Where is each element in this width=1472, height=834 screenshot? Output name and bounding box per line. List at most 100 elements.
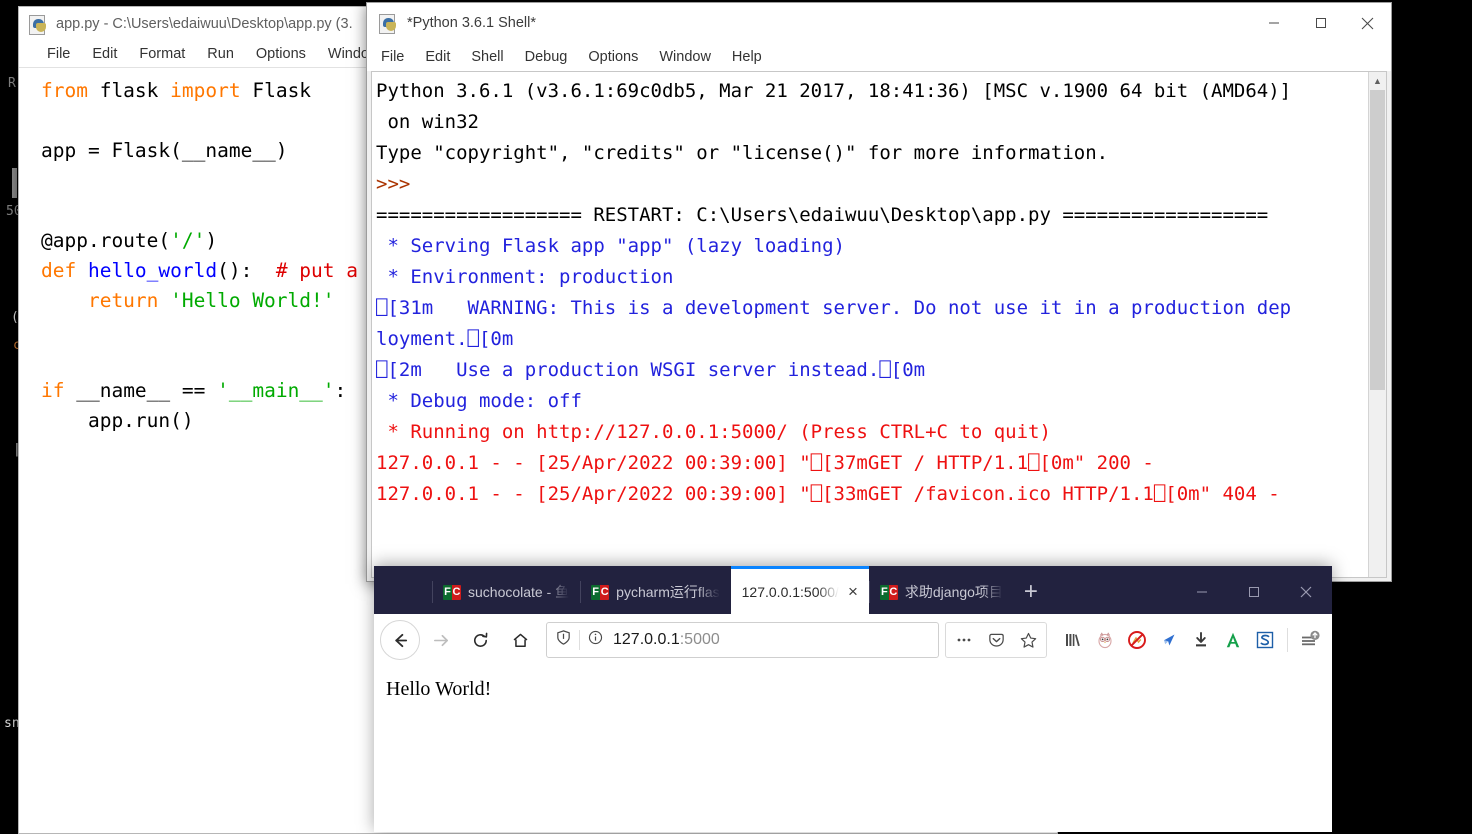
tab-separator <box>432 581 433 603</box>
browser-tab-active[interactable]: 127.0.0.1:5000/ × <box>730 566 869 614</box>
close-button[interactable] <box>1280 570 1332 614</box>
address-actions-group[interactable] <box>945 622 1047 658</box>
editor-menu-file[interactable]: File <box>47 46 70 62</box>
shell-token: 127.0.0.1 - - [25/Apr/2022 00:39:00] "⎕[… <box>376 452 1154 474</box>
url-host: 127.0.0.1 <box>613 631 680 648</box>
info-icon[interactable] <box>587 629 604 651</box>
tabstrip-left-gap <box>374 570 432 614</box>
green-a-extension-icon[interactable] <box>1217 624 1249 656</box>
fc-icon: FC <box>879 584 898 600</box>
shell-menu-help[interactable]: Help <box>732 49 762 65</box>
tab-label: 127.0.0.1:5000/ <box>741 583 839 600</box>
shell-output-line: * Debug mode: off <box>376 386 1369 417</box>
code-token: ) <box>205 229 218 252</box>
maximize-button[interactable] <box>1297 3 1344 43</box>
tab-label: suchocolate - 鱼 <box>468 584 570 600</box>
shell-output-line: >>> <box>376 169 1369 200</box>
back-arrow-icon[interactable] <box>380 620 420 660</box>
shell-title: *Python 3.6.1 Shell* <box>407 15 536 31</box>
browser-window-controls[interactable] <box>1176 570 1332 614</box>
url-display[interactable]: 127.0.0.1:5000 <box>613 631 720 649</box>
shell-scrollbar[interactable]: ▲ <box>1368 72 1386 577</box>
shell-titlebar[interactable]: *Python 3.6.1 Shell* <box>367 3 1391 43</box>
adblock-icon[interactable] <box>1121 624 1153 656</box>
code-token: hello_world <box>87 259 218 282</box>
shell-output-line: Type "copyright", "credits" or "license(… <box>376 138 1369 169</box>
fc-icon: FC <box>443 584 461 600</box>
scroll-up-arrow-icon[interactable]: ▲ <box>1369 72 1386 89</box>
editor-menu-run[interactable]: Run <box>207 46 234 62</box>
shell-output-line: * Serving Flask app "app" (lazy loading) <box>376 231 1369 262</box>
maximize-button[interactable] <box>1228 570 1280 614</box>
download-icon[interactable] <box>1185 624 1217 656</box>
editor-menu-options[interactable]: Options <box>256 46 306 62</box>
editor-menu-edit[interactable]: Edit <box>92 46 117 62</box>
scrollbar-thumb[interactable] <box>1370 90 1385 390</box>
tab-separator <box>868 581 870 603</box>
code-token: from <box>41 79 100 102</box>
code-token: return <box>41 289 171 312</box>
shell-output-panel[interactable]: Python 3.6.1 (v3.6.1:69c0db5, Mar 21 201… <box>371 71 1387 578</box>
idle-shell-window[interactable]: *Python 3.6.1 Shell* File Edit Shell Deb… <box>366 2 1392 582</box>
shell-token: on win32 <box>376 111 479 133</box>
shell-window-controls[interactable] <box>1250 3 1391 43</box>
shell-output-line: * Environment: production <box>376 262 1369 293</box>
shell-token: 127.0.0.1 - - [25/Apr/2022 00:39:00] "⎕[… <box>376 483 1280 505</box>
minimize-button[interactable] <box>1176 570 1228 614</box>
fc-icon: FC <box>591 584 610 600</box>
code-token: : <box>334 379 347 402</box>
shell-output-line: * Running on http://127.0.0.1:5000/ (Pre… <box>376 417 1369 448</box>
blue-arrow-extension-icon[interactable] <box>1153 624 1185 656</box>
shell-menu-file[interactable]: File <box>381 49 404 65</box>
bookmark-star-icon[interactable] <box>1012 624 1044 656</box>
code-token: '__main__' <box>217 379 335 402</box>
home-icon[interactable] <box>500 620 540 660</box>
reload-icon[interactable] <box>460 620 500 660</box>
browser-navbar[interactable]: 127.0.0.1:5000 <box>374 614 1332 667</box>
close-icon[interactable]: × <box>848 583 858 600</box>
owl-extension-icon[interactable] <box>1089 624 1121 656</box>
background-editor-caret <box>12 168 17 198</box>
app-menu-icon[interactable] <box>1294 624 1326 656</box>
close-button[interactable] <box>1344 3 1391 43</box>
shell-output-line: loyment.⎕[0m <box>376 324 1369 355</box>
shell-token: * Running on http://127.0.0.1:5000/ (Pre… <box>376 421 1051 443</box>
shell-output-line: ⎕[31m WARNING: This is a development ser… <box>376 293 1369 324</box>
minimize-button[interactable] <box>1250 3 1297 43</box>
editor-menu-format[interactable]: Format <box>139 46 185 62</box>
shell-output-text[interactable]: Python 3.6.1 (v3.6.1:69c0db5, Mar 21 201… <box>372 72 1369 510</box>
shell-token: * Debug mode: off <box>376 390 582 412</box>
shell-token: ⎕[2m Use a production WSGI server instea… <box>376 359 926 381</box>
shell-token: * Serving Flask app "app" (lazy loading) <box>376 235 845 257</box>
shell-menu-window[interactable]: Window <box>659 49 711 65</box>
browser-tab-2[interactable]: FC pycharm运行flas <box>580 570 730 614</box>
forward-arrow-icon[interactable] <box>420 620 460 660</box>
shell-menu-options[interactable]: Options <box>588 49 638 65</box>
code-token: @app.route( <box>41 229 171 252</box>
shell-menu-debug[interactable]: Debug <box>525 49 568 65</box>
shell-menu-edit[interactable]: Edit <box>425 49 450 65</box>
browser-page-content: Hello World! <box>374 666 1332 832</box>
shell-token: Python 3.6.1 (v3.6.1:69c0db5, Mar 21 201… <box>376 80 1292 102</box>
shield-icon[interactable] <box>555 629 572 651</box>
tab-separator <box>580 581 582 603</box>
code-token: '/' <box>170 229 206 252</box>
editor-title: app.py - C:\Users\edaiwuu\Desktop\app.py… <box>56 16 353 32</box>
toolbar-divider <box>1287 628 1288 652</box>
shell-menu-shell[interactable]: Shell <box>471 49 503 65</box>
page-actions-ellipsis-icon[interactable] <box>948 624 980 656</box>
pocket-icon[interactable] <box>980 624 1012 656</box>
code-token: if <box>41 379 77 402</box>
browser-tab-4[interactable]: FC 求助django项目 <box>868 570 1014 614</box>
shell-menubar[interactable]: File Edit Shell Debug Options Window Hel… <box>367 43 1391 71</box>
firefox-browser-window[interactable]: FC suchocolate - 鱼 FC pycharm运行flas 127.… <box>374 566 1332 832</box>
library-icon[interactable] <box>1057 624 1089 656</box>
browser-tabstrip[interactable]: FC suchocolate - 鱼 FC pycharm运行flas 127.… <box>374 566 1332 614</box>
background-text-fragment: R <box>8 76 16 91</box>
browser-tab-1[interactable]: FC suchocolate - 鱼 <box>432 570 580 614</box>
blue-s-extension-icon[interactable] <box>1249 624 1281 656</box>
address-bar[interactable]: 127.0.0.1:5000 <box>546 622 939 658</box>
new-tab-button[interactable]: + <box>1014 570 1048 614</box>
code-token: import <box>170 79 253 102</box>
code-token: flask <box>99 79 171 102</box>
